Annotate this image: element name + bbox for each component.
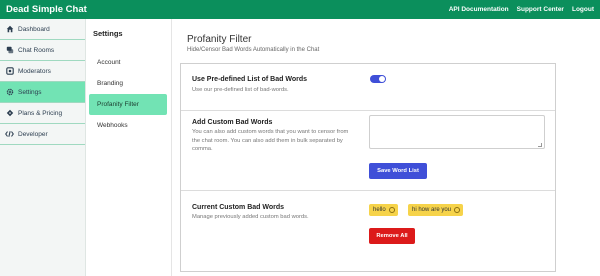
- code-icon: [5, 130, 14, 139]
- sidebar-item-label: Chat Rooms: [18, 46, 55, 54]
- current-words-title: Current Custom Bad Words: [192, 204, 285, 211]
- sidebar-item-label: Dashboard: [18, 25, 50, 33]
- word-tag: hi how are you: [408, 204, 464, 216]
- settings-item-webhooks[interactable]: Webhooks: [89, 115, 167, 136]
- sidebar-item-label: Plans & Pricing: [18, 109, 63, 117]
- settings-title: Settings: [93, 29, 123, 38]
- save-word-list-button[interactable]: Save Word List: [369, 163, 427, 179]
- predefined-desc: Use our pre-defined list of bad-words.: [192, 87, 289, 93]
- remove-tag-icon[interactable]: [454, 207, 461, 213]
- sidebar-item-moderators[interactable]: Moderators: [0, 61, 85, 82]
- sidebar-item-developer[interactable]: Developer: [0, 124, 85, 145]
- api-documentation-link[interactable]: API Documentation: [449, 6, 509, 13]
- sidebar-item-label: Moderators: [18, 67, 51, 75]
- predefined-title: Use Pre-defined List of Bad Words: [192, 76, 307, 83]
- sidebar-item-plans-pricing[interactable]: Plans & Pricing: [0, 103, 85, 124]
- remove-tag-icon[interactable]: [388, 207, 395, 213]
- main-content: Profanity Filter Hide/Censor Bad Words A…: [172, 19, 600, 276]
- plans-icon: [5, 109, 14, 118]
- sidebar-item-dashboard[interactable]: Dashboard: [0, 19, 85, 40]
- custom-words-title: Add Custom Bad Words: [192, 119, 273, 126]
- profanity-settings-card: Use Pre-defined List of Bad Words Use ou…: [180, 63, 556, 272]
- page-title: Profanity Filter: [187, 34, 252, 45]
- chat-icon: [5, 46, 14, 55]
- current-words-desc: Manage previously added custom bad words…: [192, 214, 309, 220]
- predefined-section: Use Pre-defined List of Bad Words Use ou…: [181, 64, 555, 111]
- gear-icon: [5, 88, 14, 97]
- settings-menu: Settings Account Branding Profanity Filt…: [86, 19, 172, 276]
- sidebar-item-label: Settings: [18, 88, 42, 96]
- current-words-section: Current Custom Bad Words Manage previous…: [181, 191, 555, 273]
- sidebar-item-label: Developer: [18, 130, 48, 138]
- resize-grip-icon[interactable]: [538, 143, 542, 147]
- sidebar-item-settings[interactable]: Settings: [0, 82, 85, 103]
- settings-item-branding[interactable]: Branding: [89, 73, 167, 94]
- top-bar: Dead Simple Chat API Documentation Suppo…: [0, 0, 600, 19]
- home-icon: [5, 25, 14, 34]
- word-tag-label: hello: [373, 207, 386, 213]
- predefined-toggle[interactable]: [370, 75, 386, 83]
- toggle-knob: [379, 76, 385, 82]
- settings-item-account[interactable]: Account: [89, 52, 167, 73]
- top-nav: API Documentation Support Center Logout: [449, 6, 594, 13]
- page-subtitle: Hide/Censor Bad Words Automatically in t…: [187, 47, 320, 53]
- support-center-link[interactable]: Support Center: [517, 6, 564, 13]
- sidebar: Dashboard Chat Rooms Moderators Settings…: [0, 19, 86, 276]
- word-tag-label: hi how are you: [412, 207, 452, 213]
- settings-item-profanity-filter[interactable]: Profanity Filter: [89, 94, 167, 115]
- remove-all-button[interactable]: Remove All: [369, 228, 415, 244]
- sidebar-item-chat-rooms[interactable]: Chat Rooms: [0, 40, 85, 61]
- word-tag: hello: [369, 204, 398, 216]
- custom-words-textarea[interactable]: [369, 115, 545, 149]
- moderators-icon: [5, 67, 14, 76]
- app-title[interactable]: Dead Simple Chat: [6, 4, 87, 15]
- logout-link[interactable]: Logout: [572, 6, 594, 13]
- custom-words-section: Add Custom Bad Words You can also add cu…: [181, 111, 555, 191]
- custom-words-desc: You can also add custom words that you w…: [192, 129, 349, 152]
